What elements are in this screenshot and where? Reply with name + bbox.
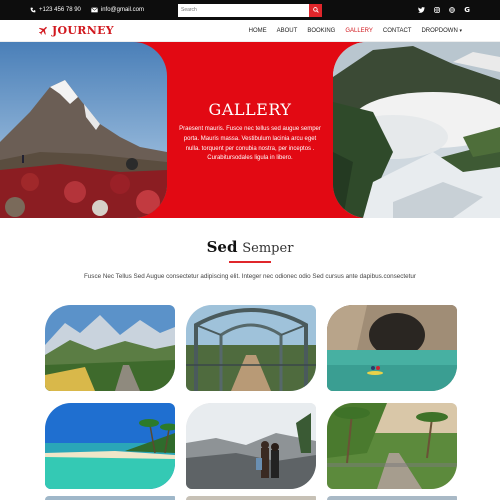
nav-home[interactable]: HOME — [249, 28, 267, 34]
tropical-beach-photo[interactable] — [45, 403, 175, 489]
email-item[interactable]: info@gmail.com — [90, 7, 144, 13]
search-button[interactable] — [309, 3, 322, 17]
nav-dropdown[interactable]: DROPDOWN ▾ — [421, 28, 462, 34]
banner-title: GALLERY — [208, 100, 292, 120]
envelope-icon — [90, 7, 98, 13]
globe-icon[interactable] — [449, 7, 456, 13]
search-form — [178, 3, 322, 17]
navbar: JOURNEY HOME ABOUT BOOKING GALLERY CONTA… — [0, 20, 500, 42]
twitter-icon[interactable] — [418, 7, 426, 13]
google-icon[interactable]: G — [464, 6, 470, 14]
gallery-banner: GALLERY Praesent mauris. Fusce nec tellu… — [0, 42, 500, 218]
phone-icon — [30, 7, 36, 13]
gallery-row-peek-2 — [186, 496, 316, 500]
nav-contact[interactable]: CONTACT — [383, 28, 412, 34]
phone-text: +123 456 78 90 — [39, 7, 81, 13]
contact-info: +123 456 78 90 info@gmail.com — [30, 7, 178, 13]
section-title-bold: Sed — [206, 238, 238, 256]
banner-waterfall-image — [333, 42, 500, 218]
banner-mountain-image — [0, 42, 167, 218]
nav-booking[interactable]: BOOKING — [307, 28, 335, 34]
palm-road-photo[interactable] — [327, 403, 457, 489]
search-input[interactable] — [178, 3, 309, 17]
mountain-valley-photo[interactable] — [45, 305, 175, 391]
section-title-rest: Semper — [242, 241, 294, 256]
gallery-row-peek-3 — [327, 496, 457, 500]
banner-text-block: GALLERY Praesent mauris. Fusce nec tellu… — [167, 42, 333, 218]
gallery-row-peek-1 — [45, 496, 175, 500]
nav-about[interactable]: ABOUT — [277, 28, 298, 34]
airplane-icon — [38, 26, 47, 35]
banner-description: Praesent mauris. Fusce nec tellus sed au… — [179, 126, 321, 162]
nav-gallery[interactable]: GALLERY — [345, 28, 373, 34]
title-underline — [229, 261, 271, 263]
search-icon — [312, 7, 319, 13]
top-bar: +123 456 78 90 info@gmail.com G — [0, 0, 500, 20]
couple-hiking-photo[interactable] — [186, 403, 316, 489]
brand-name: JOURNEY — [52, 24, 114, 37]
iron-bridge-photo[interactable] — [186, 305, 316, 391]
phone-item[interactable]: +123 456 78 90 — [30, 7, 81, 13]
sea-cave-kayak-photo[interactable] — [327, 305, 457, 391]
chevron-down-icon: ▾ — [459, 27, 462, 34]
section-description: Fusce Nec Tellus Sed Augue consectetur a… — [83, 273, 417, 280]
brand-logo[interactable]: JOURNEY — [38, 24, 114, 37]
email-text: info@gmail.com — [100, 7, 144, 13]
main-menu: HOME ABOUT BOOKING GALLERY CONTACT DROPD… — [249, 28, 462, 34]
instagram-icon[interactable] — [434, 7, 441, 13]
social-links: G — [418, 6, 470, 14]
section-title: Sed Semper — [0, 238, 500, 256]
gallery-grid — [45, 305, 457, 489]
nav-dropdown-label: DROPDOWN — [421, 27, 458, 34]
